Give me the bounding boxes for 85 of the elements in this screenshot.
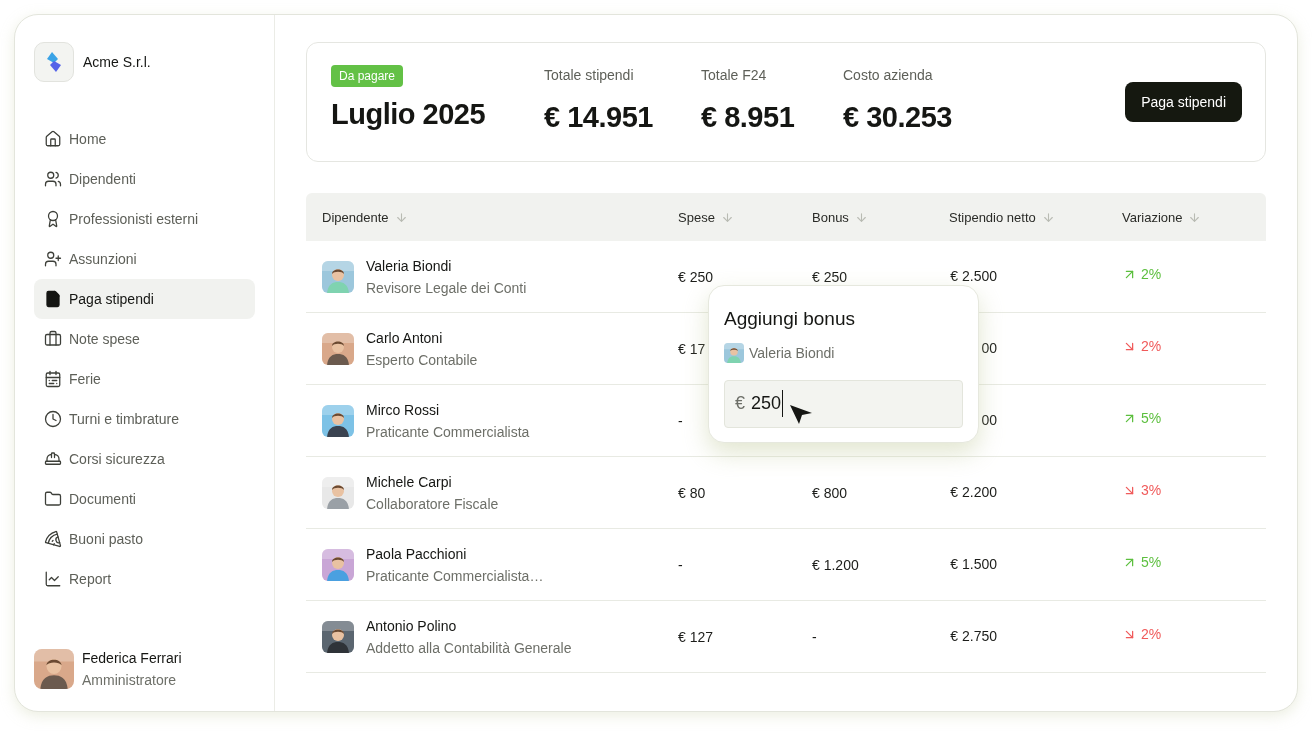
column-header[interactable]: Spese: [678, 208, 734, 228]
employee-role: Praticante Commercialista…: [366, 566, 544, 586]
table-cell: -: [678, 556, 683, 573]
table-cell: € 250: [678, 268, 714, 285]
pay-button[interactable]: Paga stipendi: [1125, 82, 1242, 122]
sidebar-item[interactable]: Report: [34, 559, 255, 599]
employee-name: Antonio Polino: [366, 616, 458, 636]
employee-role: Revisore Legale dei Conti: [366, 278, 527, 298]
user-name: Federica Ferrari: [82, 649, 182, 668]
sort-icon: [720, 211, 734, 225]
line-chart-icon: [44, 570, 62, 588]
sidebar-item[interactable]: Buoni pasto: [34, 519, 255, 559]
sidebar-item[interactable]: Turni e timbrature: [34, 399, 255, 439]
table-cell: € 800: [812, 484, 848, 501]
cursor-icon: [789, 402, 813, 425]
sidebar-item[interactable]: Paga stipendi: [34, 279, 255, 319]
stat-label: Totale F24: [701, 65, 768, 85]
user-plus-icon: [44, 250, 62, 268]
table-cell: € 250: [812, 268, 848, 285]
hard-hat-icon: [44, 450, 62, 468]
briefcase-icon: [44, 330, 62, 348]
status-badge: Da pagare: [331, 65, 404, 88]
pizza-icon: [44, 530, 62, 548]
calendar-icon: [44, 370, 62, 388]
table-cell-text: € 2.500: [950, 267, 997, 286]
company-name: Acme S.r.l.: [83, 52, 151, 72]
variation-value: 5%: [1122, 552, 1162, 573]
table-cell: € 17: [678, 340, 706, 357]
stat-label: Totale stipendi: [544, 65, 635, 85]
column-header[interactable]: Variazione: [1122, 208, 1202, 228]
variation-value: 3%: [1122, 480, 1162, 501]
sort-icon: [1188, 211, 1202, 225]
variation-value: 5%: [1122, 408, 1162, 429]
employee-role: Esperto Contabile: [366, 350, 478, 370]
sidebar-item[interactable]: Note spese: [34, 319, 255, 359]
employee-name: Mirco Rossi: [366, 400, 441, 420]
column-header[interactable]: Bonus: [812, 208, 868, 228]
table-cell-text: € 1.500: [950, 555, 997, 574]
employee-role: Praticante Commercialista: [366, 422, 530, 442]
variation-value: 2%: [1122, 264, 1162, 285]
user-role: Amministratore: [82, 671, 178, 690]
employee-name: Valeria Biondi: [749, 343, 835, 363]
column-header[interactable]: Stipendio netto: [949, 208, 1055, 228]
employee-name: Michele Carpi: [366, 472, 453, 492]
employee-role: Addetto alla Contabilità Generale: [366, 638, 572, 658]
sidebar-item[interactable]: Assunzioni: [34, 239, 255, 279]
column-header[interactable]: Dipendente: [322, 208, 408, 228]
table-cell: -: [812, 628, 817, 645]
sidebar-item[interactable]: Ferie: [34, 359, 255, 399]
folder-icon: [44, 490, 62, 508]
table-cell: € 127: [678, 628, 714, 645]
people-icon: [44, 170, 62, 188]
stat-value: € 14.951: [544, 99, 654, 135]
sidebar-item[interactable]: Documenti: [34, 479, 255, 519]
home-icon: [44, 130, 62, 148]
stat-value: € 8.951: [701, 99, 796, 135]
employee-name: Paola Pacchioni: [366, 544, 468, 564]
popover-title: Aggiungi bonus: [724, 307, 856, 331]
sort-icon: [394, 211, 408, 225]
variation-value: 2%: [1122, 336, 1162, 357]
document-icon: [44, 290, 62, 308]
clock-icon: [44, 410, 62, 428]
variation-value: 2%: [1122, 624, 1162, 645]
table-cell: € 1.200: [812, 556, 859, 573]
sort-icon: [854, 211, 868, 225]
input-value: 250: [751, 390, 784, 417]
stat-label: Costo azienda: [843, 65, 934, 85]
table-cell: -: [678, 412, 683, 429]
bonus-input[interactable]: € 250: [724, 379, 963, 428]
stat-value: € 30.253: [843, 99, 953, 135]
sort-icon: [1041, 211, 1055, 225]
employee-name: Valeria Biondi: [366, 256, 453, 276]
sidebar-item[interactable]: Professionisti esterni: [34, 199, 255, 239]
employee-role: Collaboratore Fiscale: [366, 494, 499, 514]
employee-name: Carlo Antoni: [366, 328, 444, 348]
table-cell-text: € 2.200: [950, 483, 997, 502]
period-title: Luglio 2025: [331, 97, 486, 133]
table-cell-text: 00: [981, 411, 997, 430]
table-cell: € 80: [678, 484, 706, 501]
currency-symbol: €: [735, 392, 745, 415]
sidebar-item[interactable]: Home: [34, 119, 255, 159]
sidebar-item[interactable]: Corsi sicurezza: [34, 439, 255, 479]
table-cell-text: 00: [981, 339, 997, 358]
table-cell-text: € 2.750: [950, 627, 997, 646]
sidebar-item[interactable]: Dipendenti: [34, 159, 255, 199]
